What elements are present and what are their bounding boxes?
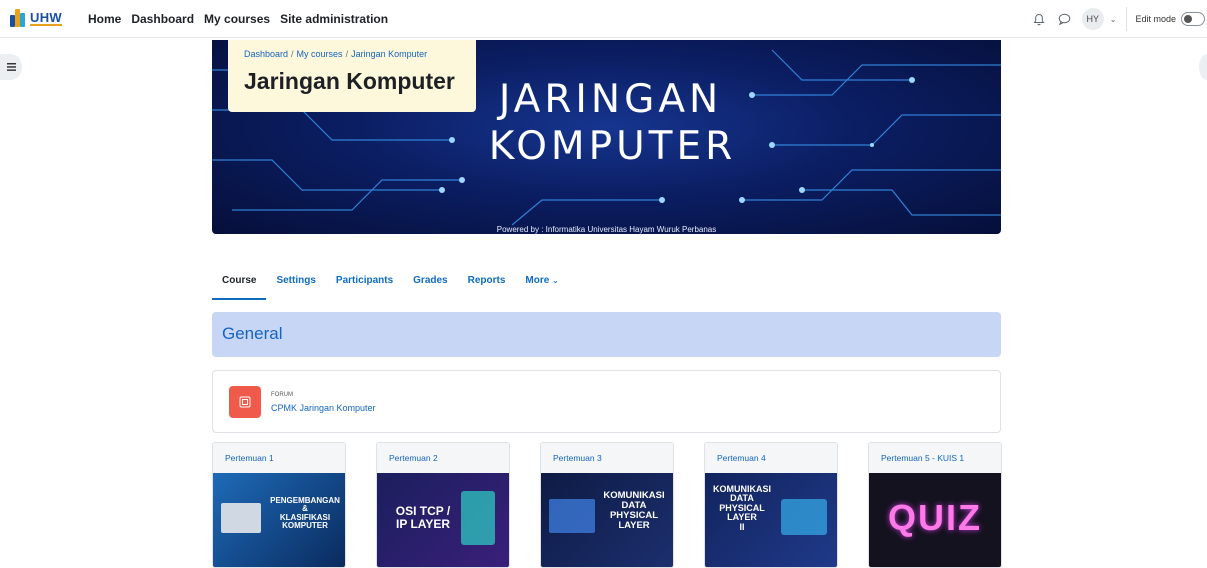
card-image-text: KOMPUTER xyxy=(282,521,328,531)
card-image: OSI TCP / IP LAYER xyxy=(377,473,509,567)
edit-mode-label: Edit mode xyxy=(1135,14,1176,24)
site-logo[interactable]: UHW xyxy=(10,9,62,27)
screen-illustration-icon xyxy=(549,499,595,533)
card-pertemuan-3[interactable]: Pertemuan 3 KOMUNIKASI DATA PHYSICAL LAY… xyxy=(540,442,674,568)
card-image-text: II xyxy=(739,521,745,532)
card-image-text: LAYER xyxy=(618,519,650,531)
card-title[interactable]: Pertemuan 4 xyxy=(705,443,837,473)
course-index-drawer-button[interactable] xyxy=(0,54,22,80)
user-avatar[interactable]: HY xyxy=(1081,8,1104,30)
tab-grades[interactable]: Grades xyxy=(403,272,457,300)
block-drawer-button[interactable] xyxy=(1199,54,1207,80)
activity-type-label: FORUM xyxy=(271,392,293,398)
logo-mark-icon xyxy=(10,9,26,27)
card-pertemuan-4[interactable]: Pertemuan 4 KOMUNIKASI DATA PHYSICAL LAY… xyxy=(704,442,838,568)
list-icon xyxy=(6,63,16,71)
breadcrumb: Dashboard / My courses / Jaringan Komputer xyxy=(244,49,428,59)
card-title[interactable]: Pertemuan 2 xyxy=(377,443,509,473)
tab-more-label: More xyxy=(525,275,550,286)
card-title[interactable]: Pertemuan 5 - KUIS 1 xyxy=(869,443,1001,473)
section-title[interactable]: General xyxy=(222,324,991,344)
card-title[interactable]: Pertemuan 3 xyxy=(541,443,673,473)
more-chevron-down-icon: ⌄ xyxy=(552,276,559,285)
card-pertemuan-1[interactable]: Pertemuan 1 PENGEMBANGAN & KLASIFIKASI K… xyxy=(212,442,346,568)
tab-participants[interactable]: Participants xyxy=(326,272,403,300)
breadcrumb-course[interactable]: Jaringan Komputer xyxy=(351,49,427,59)
activity-forum: FORUM CPMK Jaringan Komputer xyxy=(212,370,1001,433)
card-image: KOMUNIKASI DATA PHYSICAL LAYER xyxy=(541,473,673,567)
activity-link[interactable]: CPMK Jaringan Komputer xyxy=(271,403,376,413)
course-header-card: Dashboard / My courses / Jaringan Komputer J… xyxy=(228,40,476,112)
top-navbar: UHW Home Dashboard My courses Site admin… xyxy=(0,0,1207,38)
card-pertemuan-2[interactable]: Pertemuan 2 OSI TCP / IP LAYER xyxy=(376,442,510,568)
nav-home[interactable]: Home xyxy=(88,12,121,26)
primary-navigation: Home Dashboard My courses Site administr… xyxy=(88,12,388,26)
computer-illustration-icon xyxy=(221,503,261,533)
toolbar-divider xyxy=(1126,7,1128,31)
card-pertemuan-5[interactable]: Pertemuan 5 - KUIS 1 QUIZ xyxy=(868,442,1002,568)
tab-more[interactable]: More ⌄ xyxy=(515,272,568,300)
breadcrumb-dashboard[interactable]: Dashboard xyxy=(244,49,288,59)
section-general: General xyxy=(212,312,1001,357)
banner-title-line-2: KOMPUTER xyxy=(488,124,737,169)
card-image-text: OSI TCP / xyxy=(395,504,451,518)
card-image-text: IP LAYER xyxy=(395,516,451,531)
page-title: Jaringan Komputer xyxy=(244,68,455,94)
card-image: KOMUNIKASI DATA PHYSICAL LAYER II xyxy=(705,473,837,567)
card-title[interactable]: Pertemuan 1 xyxy=(213,443,345,473)
tab-course[interactable]: Course xyxy=(212,272,267,300)
messages-chat-icon[interactable] xyxy=(1058,12,1072,26)
user-tools: HY ⌄ Edit mode xyxy=(1032,6,1207,32)
server-illustration-icon xyxy=(461,491,495,545)
tab-reports[interactable]: Reports xyxy=(458,272,516,300)
notifications-bell-icon[interactable] xyxy=(1032,12,1046,26)
laptop-illustration-icon xyxy=(781,499,827,535)
course-secondary-navigation: Course Settings Participants Grades Repo… xyxy=(212,272,569,300)
card-image: QUIZ xyxy=(869,473,1001,567)
card-image-text: QUIZ xyxy=(888,497,982,538)
nav-my-courses[interactable]: My courses xyxy=(204,12,270,26)
forum-icon xyxy=(229,386,261,418)
card-image: PENGEMBANGAN & KLASIFIKASI KOMPUTER xyxy=(213,473,345,567)
user-menu-chevron-down-icon[interactable]: ⌄ xyxy=(1110,15,1117,24)
logo-text: UHW xyxy=(30,9,62,26)
tab-settings[interactable]: Settings xyxy=(266,272,325,300)
edit-mode-toggle[interactable] xyxy=(1181,12,1205,26)
banner-powered-by: Powered by : Informatika Universitas Hay… xyxy=(496,225,717,234)
nav-dashboard[interactable]: Dashboard xyxy=(131,12,194,26)
nav-site-administration[interactable]: Site administration xyxy=(280,12,388,26)
breadcrumb-my-courses[interactable]: My courses xyxy=(297,49,343,59)
